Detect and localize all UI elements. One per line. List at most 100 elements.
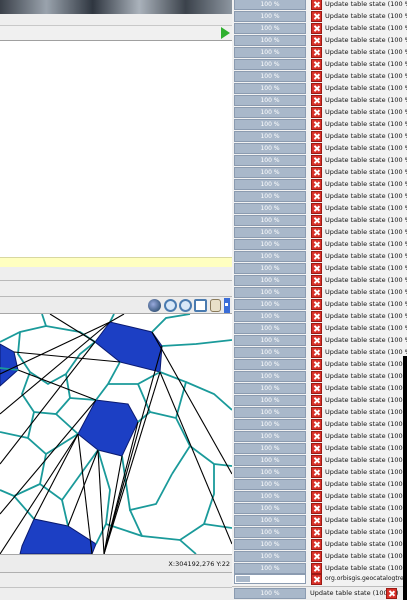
task-label: Update table state (100 %) — [325, 420, 407, 428]
window-edge — [403, 356, 407, 600]
cancel-task-icon[interactable] — [311, 406, 322, 418]
cancel-task-icon[interactable] — [311, 58, 322, 70]
cancel-task-icon[interactable] — [311, 430, 322, 442]
task-label: Update table state (100 %) — [325, 432, 407, 440]
cancel-task-icon[interactable] — [311, 82, 322, 94]
cancel-task-icon[interactable] — [311, 274, 322, 286]
map-canvas[interactable] — [0, 314, 232, 554]
cancel-task-icon[interactable] — [311, 262, 322, 274]
cancel-task-icon[interactable] — [311, 358, 322, 370]
task-label: Update table state (100 %) — [325, 108, 407, 116]
cancel-task-icon[interactable] — [311, 226, 322, 238]
cancel-task-icon[interactable] — [311, 106, 322, 118]
cancel-task-icon[interactable] — [311, 502, 322, 514]
cancel-task-icon[interactable] — [311, 322, 322, 334]
task-progress-bar: 100 % — [234, 478, 306, 490]
cancel-task-icon[interactable] — [311, 526, 322, 538]
cancel-task-icon[interactable] — [311, 154, 322, 166]
cancel-task-icon[interactable] — [311, 573, 322, 585]
task-label: Update table state (100 %) — [325, 540, 407, 548]
cancel-task-icon[interactable] — [311, 550, 322, 562]
toolbar-overflow-button[interactable] — [224, 298, 230, 313]
cancel-task-icon[interactable] — [311, 142, 322, 154]
cancel-task-icon[interactable] — [311, 250, 322, 262]
cancel-task-icon[interactable] — [311, 310, 322, 322]
zoom-in-icon[interactable] — [164, 299, 177, 312]
task-label: Update table state (100 %) — [325, 504, 407, 512]
task-progress-fill — [236, 576, 250, 582]
task-progress-bar: 100 % — [234, 298, 306, 310]
task-progress-bar: 100 % — [234, 250, 306, 262]
cancel-task-icon[interactable] — [311, 34, 322, 46]
cancel-task-icon[interactable] — [311, 70, 322, 82]
cancel-task-icon[interactable] — [311, 10, 322, 22]
task-progress-bar: 100 % — [234, 490, 306, 502]
cancel-task-icon[interactable] — [311, 166, 322, 178]
cancel-task-icon[interactable] — [311, 478, 322, 490]
voronoi-edge — [203, 523, 232, 529]
cancel-task-icon[interactable] — [311, 454, 322, 466]
cancel-task-icon[interactable] — [311, 418, 322, 430]
voronoi-edge — [13, 495, 35, 520]
voronoi-edge — [159, 371, 188, 419]
cancel-task-icon[interactable] — [311, 286, 322, 298]
cancel-task-icon[interactable] — [311, 514, 322, 526]
editor-area[interactable] — [0, 41, 232, 257]
task-label: Update table state (100 %) — [325, 204, 407, 212]
cancel-task-icon[interactable] — [311, 130, 322, 142]
task-row: 100 % Update table state (100 %) — [232, 166, 407, 178]
zoom-full-extent-icon[interactable] — [194, 299, 207, 312]
task-label: Update table state (100 %) — [325, 252, 407, 260]
cancel-task-icon[interactable] — [311, 190, 322, 202]
map-polygon — [94, 321, 163, 373]
cancel-task-icon[interactable] — [311, 94, 322, 106]
cancel-task-icon[interactable] — [311, 178, 322, 190]
cancel-task-icon[interactable] — [386, 588, 397, 599]
cancel-task-icon[interactable] — [311, 442, 322, 454]
task-row: 100 % Update table state (100 %) — [232, 382, 407, 394]
task-progress-bar: 100 % — [234, 214, 306, 226]
task-label: Update table state (100 %) — [325, 180, 407, 188]
cancel-task-icon[interactable] — [311, 394, 322, 406]
cancel-task-icon[interactable] — [311, 118, 322, 130]
pan-hand-icon[interactable] — [210, 299, 221, 312]
task-row: 100 % Update table state (100 %) — [232, 190, 407, 202]
cancel-task-icon[interactable] — [311, 334, 322, 346]
cancel-task-icon[interactable] — [311, 538, 322, 550]
cancel-task-icon[interactable] — [311, 490, 322, 502]
globe-icon[interactable] — [148, 299, 161, 312]
task-row: 100 % Update table state (100 %) — [232, 46, 407, 58]
cancel-task-icon[interactable] — [311, 0, 322, 10]
cancel-task-icon[interactable] — [311, 562, 322, 574]
zoom-out-icon[interactable] — [179, 299, 192, 312]
cancel-task-icon[interactable] — [311, 370, 322, 382]
task-progress-bar: 100 % — [234, 382, 306, 394]
task-label: Update table state (100 %) — [325, 144, 407, 152]
task-label: Update table state (100 %) — [325, 372, 407, 380]
task-progress-bar: 100 % — [234, 10, 306, 22]
task-progress-bar: 100 % — [234, 238, 306, 250]
left-panel: X:304192,276 Y:22 — [0, 0, 232, 600]
task-row: 100 % Update table state (100 %) — [232, 490, 407, 502]
task-label: Update table state (100 %) — [325, 156, 407, 164]
cancel-task-icon[interactable] — [311, 214, 322, 226]
task-progress-bar: 100 % — [234, 322, 306, 334]
cancel-task-icon[interactable] — [311, 238, 322, 250]
cancel-task-icon[interactable] — [311, 298, 322, 310]
task-label: Update table state (100 %) — [325, 480, 407, 488]
map-polygon — [19, 518, 97, 554]
cancel-task-icon[interactable] — [311, 466, 322, 478]
task-progress-bar: 100 % — [234, 94, 306, 106]
task-row: 100 % Update table state (100 %) — [232, 226, 407, 238]
map-polygon — [77, 399, 139, 457]
cancel-task-icon[interactable] — [311, 46, 322, 58]
cancel-task-icon[interactable] — [311, 22, 322, 34]
task-label: Update table state (100 %) — [325, 528, 407, 536]
cancel-task-icon[interactable] — [311, 346, 322, 358]
task-progress-bar: 100 % — [234, 82, 306, 94]
cancel-task-icon[interactable] — [311, 202, 322, 214]
task-row: 100 % Update table state (100 %) — [232, 526, 407, 538]
cancel-task-icon[interactable] — [311, 382, 322, 394]
task-label: Update table state (100 %) — [325, 240, 407, 248]
run-icon[interactable] — [221, 27, 230, 39]
